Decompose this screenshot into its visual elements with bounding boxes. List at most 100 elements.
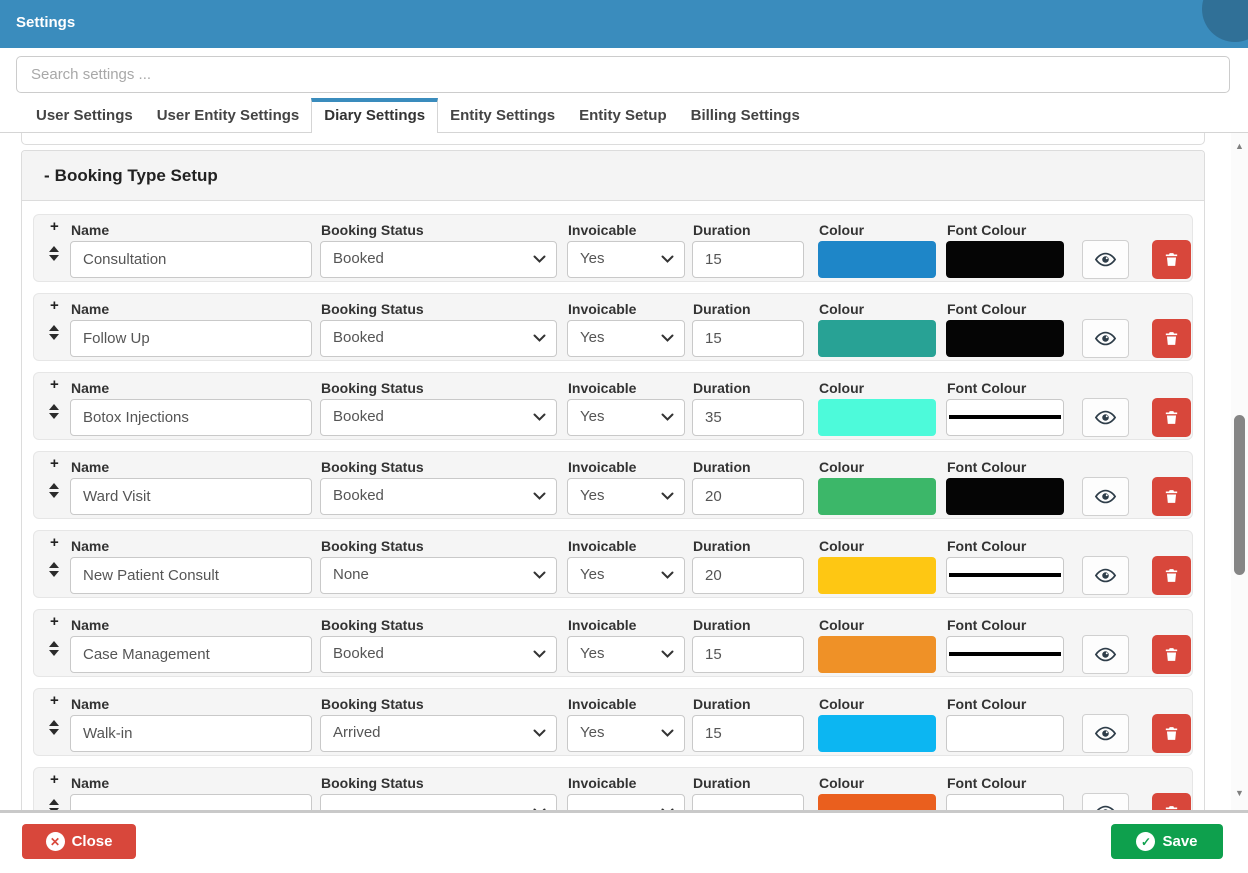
delete-button[interactable] <box>1152 793 1191 810</box>
name-input[interactable] <box>70 241 312 278</box>
sort-handle-icon[interactable] <box>49 246 59 261</box>
preview-button[interactable] <box>1082 398 1129 437</box>
delete-button[interactable] <box>1152 714 1191 753</box>
booking-status-select[interactable]: None <box>320 557 557 594</box>
delete-button[interactable] <box>1152 556 1191 595</box>
tab-entity-setup[interactable]: Entity Setup <box>567 98 679 132</box>
colour-swatch[interactable] <box>818 794 936 810</box>
duration-label: Duration <box>693 380 751 396</box>
delete-button[interactable] <box>1152 635 1191 674</box>
booking-status-select[interactable] <box>320 794 557 810</box>
invoicable-select[interactable]: Yes <box>567 636 685 673</box>
tab-user-settings[interactable]: User Settings <box>24 98 145 132</box>
add-icon[interactable]: + <box>50 614 59 630</box>
sort-handle-icon[interactable] <box>49 641 59 656</box>
preview-button[interactable] <box>1082 319 1129 358</box>
sort-up-arrow <box>49 404 59 410</box>
add-icon[interactable]: + <box>50 772 59 788</box>
name-input[interactable] <box>70 794 312 810</box>
search-input[interactable] <box>16 56 1230 93</box>
delete-button[interactable] <box>1152 398 1191 437</box>
chevron-down-icon <box>661 334 674 343</box>
booking-status-select[interactable]: Arrived <box>320 715 557 752</box>
preview-button[interactable] <box>1082 556 1129 595</box>
tab-diary-settings[interactable]: Diary Settings <box>311 98 438 133</box>
booking-status-select[interactable]: Booked <box>320 320 557 357</box>
preview-button[interactable] <box>1082 793 1129 810</box>
colour-swatch[interactable] <box>818 241 936 278</box>
font-colour-swatch[interactable] <box>946 715 1064 752</box>
font-colour-swatch[interactable] <box>946 794 1064 810</box>
invoicable-select[interactable]: Yes <box>567 320 685 357</box>
sort-handle-icon[interactable] <box>49 483 59 498</box>
scroll-down-icon[interactable]: ▼ <box>1231 788 1248 798</box>
add-icon[interactable]: + <box>50 456 59 472</box>
colour-swatch[interactable] <box>818 399 936 436</box>
add-icon[interactable]: + <box>50 298 59 314</box>
sort-handle-icon[interactable] <box>49 404 59 419</box>
booking-status-select[interactable]: Booked <box>320 241 557 278</box>
invoicable-select[interactable]: Yes <box>567 557 685 594</box>
scrollbar-thumb[interactable] <box>1234 415 1245 575</box>
scroll-up-icon[interactable]: ▲ <box>1231 141 1248 151</box>
font-colour-swatch[interactable] <box>946 320 1064 357</box>
colour-column: Colour <box>818 373 936 441</box>
colour-swatch[interactable] <box>818 478 936 515</box>
colour-swatch[interactable] <box>818 715 936 752</box>
duration-input[interactable] <box>692 715 804 752</box>
font-colour-swatch[interactable] <box>946 636 1064 673</box>
preview-button[interactable] <box>1082 714 1129 753</box>
invoicable-select[interactable]: Yes <box>567 715 685 752</box>
preview-button[interactable] <box>1082 240 1129 279</box>
sort-handle-icon[interactable] <box>49 799 59 810</box>
duration-input[interactable] <box>692 478 804 515</box>
preview-button[interactable] <box>1082 635 1129 674</box>
colour-swatch[interactable] <box>818 636 936 673</box>
delete-button[interactable] <box>1152 477 1191 516</box>
font-colour-column: Font Colour <box>946 610 1064 678</box>
duration-input[interactable] <box>692 794 804 810</box>
booking-status-select[interactable]: Booked <box>320 478 557 515</box>
duration-input[interactable] <box>692 320 804 357</box>
font-colour-swatch[interactable] <box>946 241 1064 278</box>
tab-billing-settings[interactable]: Billing Settings <box>679 98 812 132</box>
duration-input[interactable] <box>692 241 804 278</box>
name-input[interactable] <box>70 320 312 357</box>
add-icon[interactable]: + <box>50 377 59 393</box>
add-icon[interactable]: + <box>50 535 59 551</box>
name-input[interactable] <box>70 557 312 594</box>
font-colour-swatch[interactable] <box>946 399 1064 436</box>
colour-swatch[interactable] <box>818 557 936 594</box>
invoicable-select[interactable]: Yes <box>567 399 685 436</box>
sort-handle-icon[interactable] <box>49 562 59 577</box>
name-input[interactable] <box>70 478 312 515</box>
colour-swatch[interactable] <box>818 320 936 357</box>
tab-user-entity-settings[interactable]: User Entity Settings <box>145 98 312 132</box>
duration-input[interactable] <box>692 399 804 436</box>
duration-input[interactable] <box>692 557 804 594</box>
save-button[interactable]: ✓ Save <box>1111 824 1223 859</box>
tab-entity-settings[interactable]: Entity Settings <box>438 98 567 132</box>
booking-status-select[interactable]: Booked <box>320 399 557 436</box>
name-input[interactable] <box>70 636 312 673</box>
add-icon[interactable]: + <box>50 693 59 709</box>
name-input[interactable] <box>70 715 312 752</box>
vertical-scrollbar[interactable]: ▲ ▼ <box>1231 133 1248 810</box>
booking-status-label: Booking Status <box>321 538 424 554</box>
delete-button[interactable] <box>1152 319 1191 358</box>
sort-handle-icon[interactable] <box>49 720 59 735</box>
invoicable-select[interactable]: Yes <box>567 478 685 515</box>
preview-button[interactable] <box>1082 477 1129 516</box>
font-colour-swatch[interactable] <box>946 478 1064 515</box>
invoicable-select[interactable]: Yes <box>567 241 685 278</box>
font-colour-swatch[interactable] <box>946 557 1064 594</box>
booking-status-select[interactable]: Booked <box>320 636 557 673</box>
sort-handle-icon[interactable] <box>49 325 59 340</box>
delete-button[interactable] <box>1152 240 1191 279</box>
close-button[interactable]: ✕ Close <box>22 824 136 859</box>
name-input[interactable] <box>70 399 312 436</box>
booking-type-setup-header[interactable]: - Booking Type Setup <box>22 151 1204 201</box>
invoicable-select[interactable] <box>567 794 685 810</box>
add-icon[interactable]: + <box>50 219 59 235</box>
duration-input[interactable] <box>692 636 804 673</box>
